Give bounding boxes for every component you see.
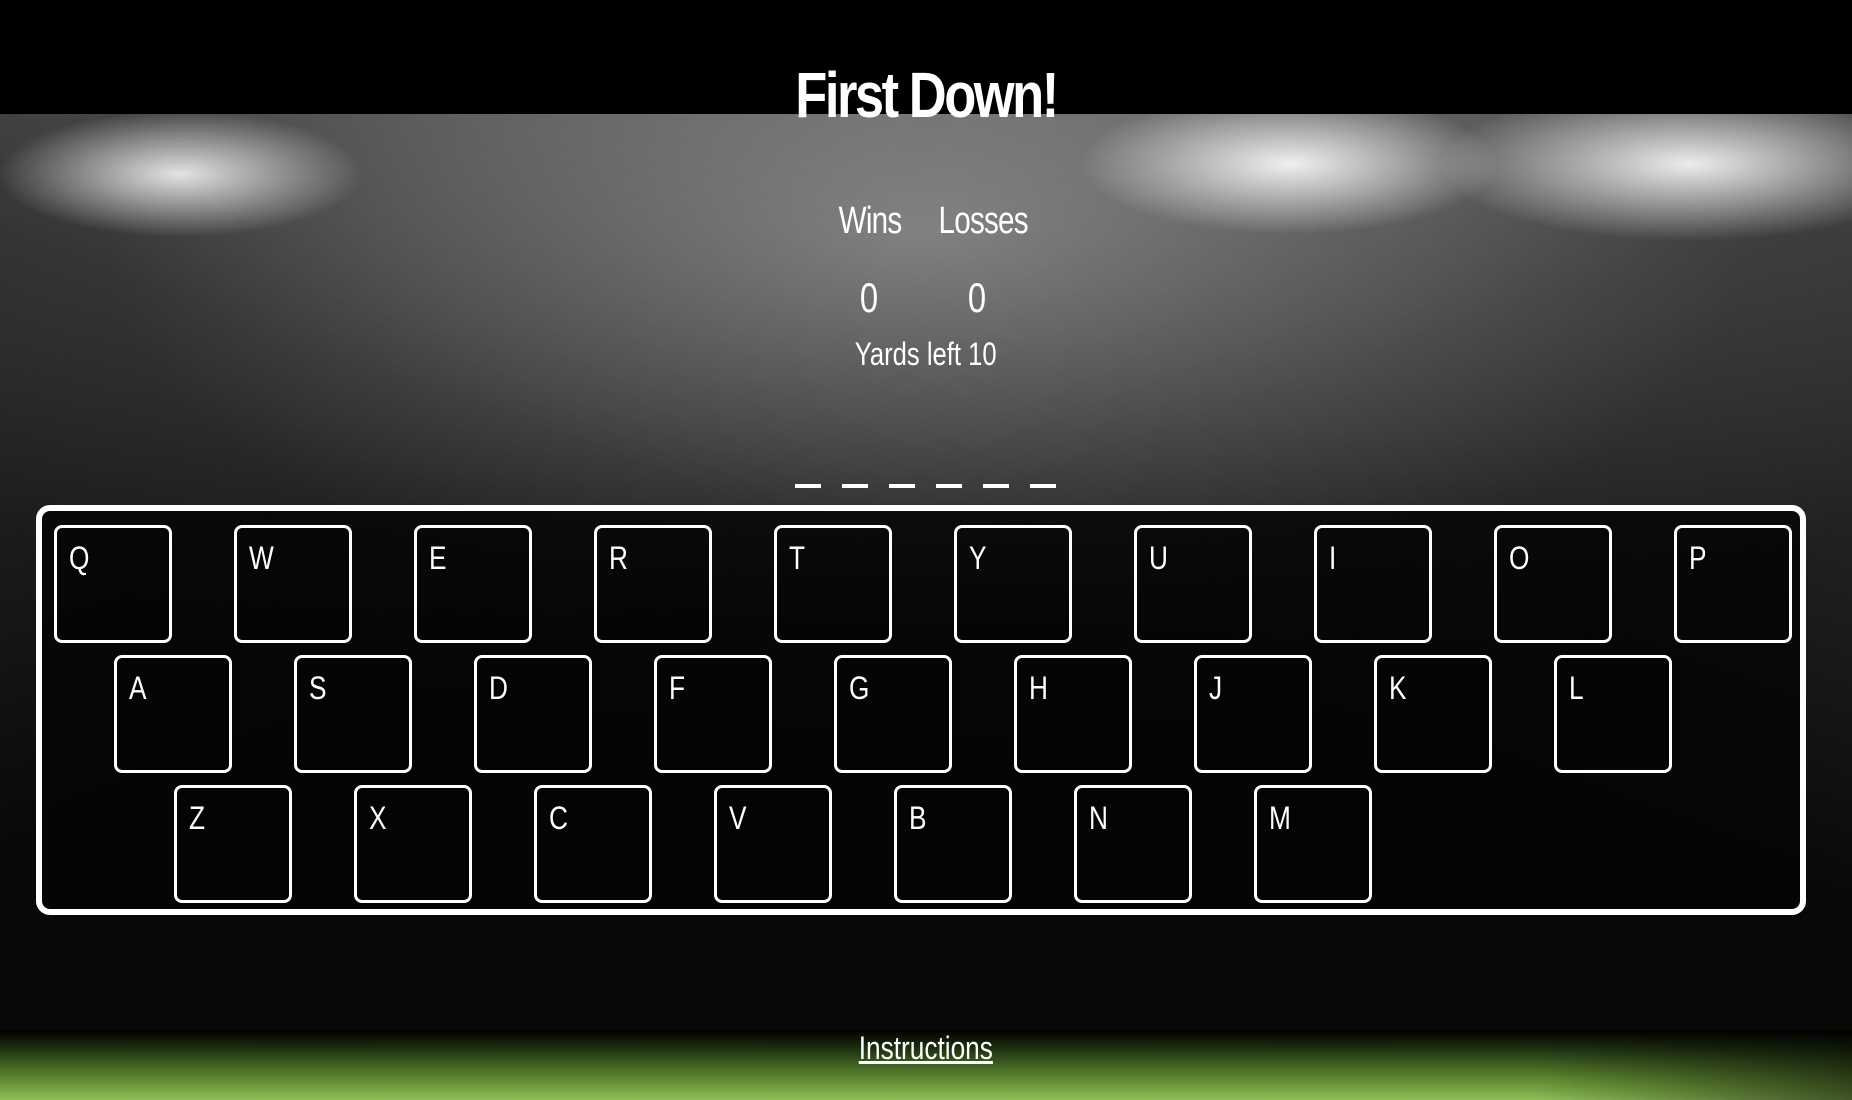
key-y[interactable]: Y [954, 525, 1072, 643]
instructions-footer: Instructions [0, 1030, 1852, 1067]
key-p[interactable]: P [1674, 525, 1792, 643]
scoreboard-values: 0 0 [0, 274, 1852, 322]
key-label: Q [69, 540, 90, 576]
key-x[interactable]: X [354, 785, 472, 903]
wins-label: Wins [838, 200, 903, 242]
key-label: P [1689, 540, 1707, 576]
key-i[interactable]: I [1314, 525, 1432, 643]
game-title: First Down! [795, 59, 1059, 131]
key-label: Z [189, 800, 206, 836]
instructions-link[interactable]: Instructions [859, 1030, 993, 1067]
game-screen: First Down! Wins Losses 0 0 Yards left 1… [0, 0, 1852, 1100]
key-t[interactable]: T [774, 525, 892, 643]
key-s[interactable]: S [294, 655, 412, 773]
key-label: M [1269, 800, 1291, 836]
key-label: Y [969, 540, 987, 576]
key-label: H [1029, 670, 1048, 706]
key-b[interactable]: B [894, 785, 1012, 903]
key-l[interactable]: L [1554, 655, 1672, 773]
key-a[interactable]: A [114, 655, 232, 773]
key-label: T [789, 540, 806, 576]
key-label: C [549, 800, 568, 836]
losses-count: 0 [967, 274, 986, 321]
key-m[interactable]: M [1254, 785, 1372, 903]
scoreboard-labels: Wins Losses [0, 200, 1852, 243]
key-label: V [729, 800, 747, 836]
key-j[interactable]: J [1194, 655, 1312, 773]
key-k[interactable]: K [1374, 655, 1492, 773]
letter-blank [889, 484, 915, 488]
letter-blank [842, 484, 868, 488]
key-label: W [249, 540, 274, 576]
key-e[interactable]: E [414, 525, 532, 643]
key-label: A [129, 670, 147, 706]
letter-blank [983, 484, 1009, 488]
key-label: F [669, 670, 686, 706]
key-label: B [909, 800, 927, 836]
letter-blank [1030, 484, 1056, 488]
key-label: O [1509, 540, 1530, 576]
key-label: G [849, 670, 870, 706]
key-label: E [429, 540, 447, 576]
key-r[interactable]: R [594, 525, 712, 643]
key-c[interactable]: C [534, 785, 652, 903]
letter-keyboard: Q W E R T Y U I O P A S D F G H J K L Z X C V B N M [36, 505, 1806, 915]
key-z[interactable]: Z [174, 785, 292, 903]
key-n[interactable]: N [1074, 785, 1192, 903]
key-g[interactable]: G [834, 655, 952, 773]
key-label: R [609, 540, 628, 576]
word-blanks [795, 484, 1056, 488]
key-label: U [1149, 540, 1168, 576]
key-label: X [369, 800, 387, 836]
yards-left-text: Yards left 10 [855, 336, 997, 372]
wins-count: 0 [860, 274, 879, 321]
key-label: I [1329, 540, 1337, 576]
key-h[interactable]: H [1014, 655, 1132, 773]
yards-left: Yards left 10 [0, 336, 1852, 373]
letter-blank [936, 484, 962, 488]
key-label: J [1209, 670, 1223, 706]
key-u[interactable]: U [1134, 525, 1252, 643]
key-o[interactable]: O [1494, 525, 1612, 643]
key-d[interactable]: D [474, 655, 592, 773]
key-label: D [489, 670, 508, 706]
key-label: N [1089, 800, 1108, 836]
key-label: S [309, 670, 327, 706]
losses-label: Losses [938, 200, 1028, 242]
key-v[interactable]: V [714, 785, 832, 903]
key-w[interactable]: W [234, 525, 352, 643]
key-label: K [1389, 670, 1407, 706]
key-q[interactable]: Q [54, 525, 172, 643]
key-f[interactable]: F [654, 655, 772, 773]
key-label: L [1569, 670, 1584, 706]
letter-blank [795, 484, 821, 488]
